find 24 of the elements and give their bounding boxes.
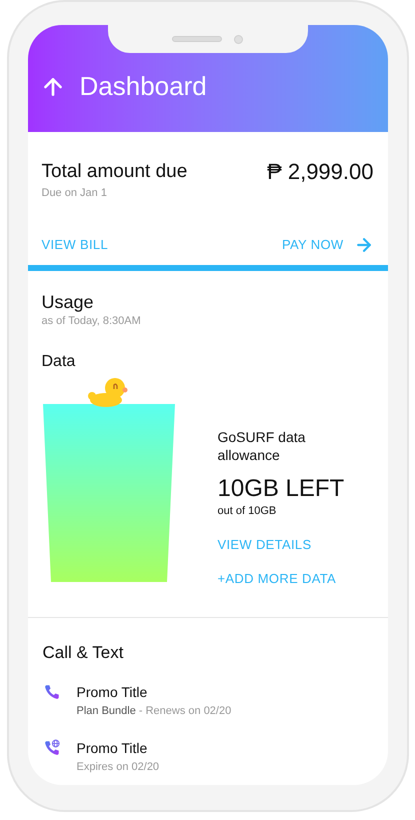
call-text-title: Call & Text [42, 642, 124, 664]
view-details-link[interactable]: VIEW DETAILS [218, 535, 344, 554]
speaker-icon [172, 36, 222, 42]
view-bill-link[interactable]: VIEW BILL [42, 234, 108, 254]
usage-title: Usage [42, 291, 95, 313]
add-data-link[interactable]: +ADD MORE DATA [218, 568, 344, 588]
data-total: out of 10GB [218, 504, 278, 518]
camera-icon [234, 34, 243, 44]
promo-title: Promo Title [76, 682, 148, 702]
phone-globe-icon [42, 738, 60, 756]
promo-detail: Plan Bundle - Renews on 02/20 [76, 704, 232, 718]
due-date: Due on Jan 1 [42, 186, 108, 201]
promo-title: Promo Title [76, 738, 148, 758]
duck-icon [86, 376, 128, 408]
data-remaining: 10GB LEFT [218, 474, 344, 502]
pay-now-link[interactable]: PAY NOW [282, 234, 374, 254]
page-title: Dashboard [80, 70, 207, 103]
promo-detail: Expires on 02/20 [76, 760, 160, 774]
usage-timestamp: as of Today, 8:30AM [42, 314, 142, 329]
bill-title: Total amount due [42, 160, 188, 184]
phone-icon [42, 682, 60, 700]
amount-due: ₱ 2,999.00 [267, 160, 374, 184]
data-title: Data [42, 352, 76, 372]
plan-name: GoSURF data allowance [218, 428, 306, 464]
